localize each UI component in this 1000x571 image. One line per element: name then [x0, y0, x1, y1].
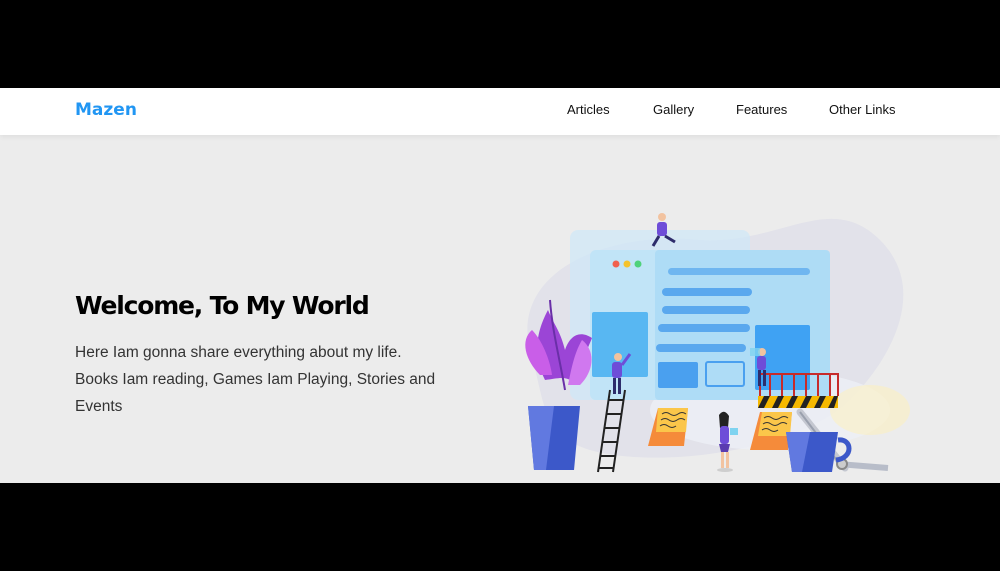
- hero-title: Welcome, To My World: [75, 291, 370, 320]
- hero-text-line-3: Events: [75, 398, 123, 415]
- window-dot-green: [634, 260, 642, 268]
- text-line: [662, 306, 750, 314]
- text-line: [668, 268, 810, 275]
- text-line: [658, 324, 750, 332]
- page-frame: Mazen Articles Gallery Features Other Li…: [0, 88, 1000, 483]
- hero-illustration: [525, 213, 910, 473]
- text-line: [662, 288, 752, 296]
- lift-platform: [758, 396, 838, 408]
- main-nav: Articles Gallery Features Other Links: [0, 88, 1000, 135]
- yellow-glow: [830, 385, 910, 435]
- site-header: Mazen Articles Gallery Features Other Li…: [0, 88, 1000, 135]
- hero-text-line-1: Here Iam gonna share everything about my…: [75, 344, 402, 361]
- nav-link-articles[interactable]: Articles: [567, 102, 610, 117]
- hero-text-line-2: Books Iam reading, Games Iam Playing, St…: [75, 371, 436, 388]
- text-line: [656, 344, 746, 352]
- nav-link-features[interactable]: Features: [736, 102, 787, 117]
- nav-link-other-links[interactable]: Other Links: [829, 102, 895, 117]
- window-dot-red: [612, 260, 620, 268]
- hero-description: Here Iam gonna share everything about my…: [75, 339, 475, 420]
- image-block: [658, 362, 698, 388]
- window-dot-yellow: [623, 260, 631, 268]
- nav-link-gallery[interactable]: Gallery: [653, 102, 694, 117]
